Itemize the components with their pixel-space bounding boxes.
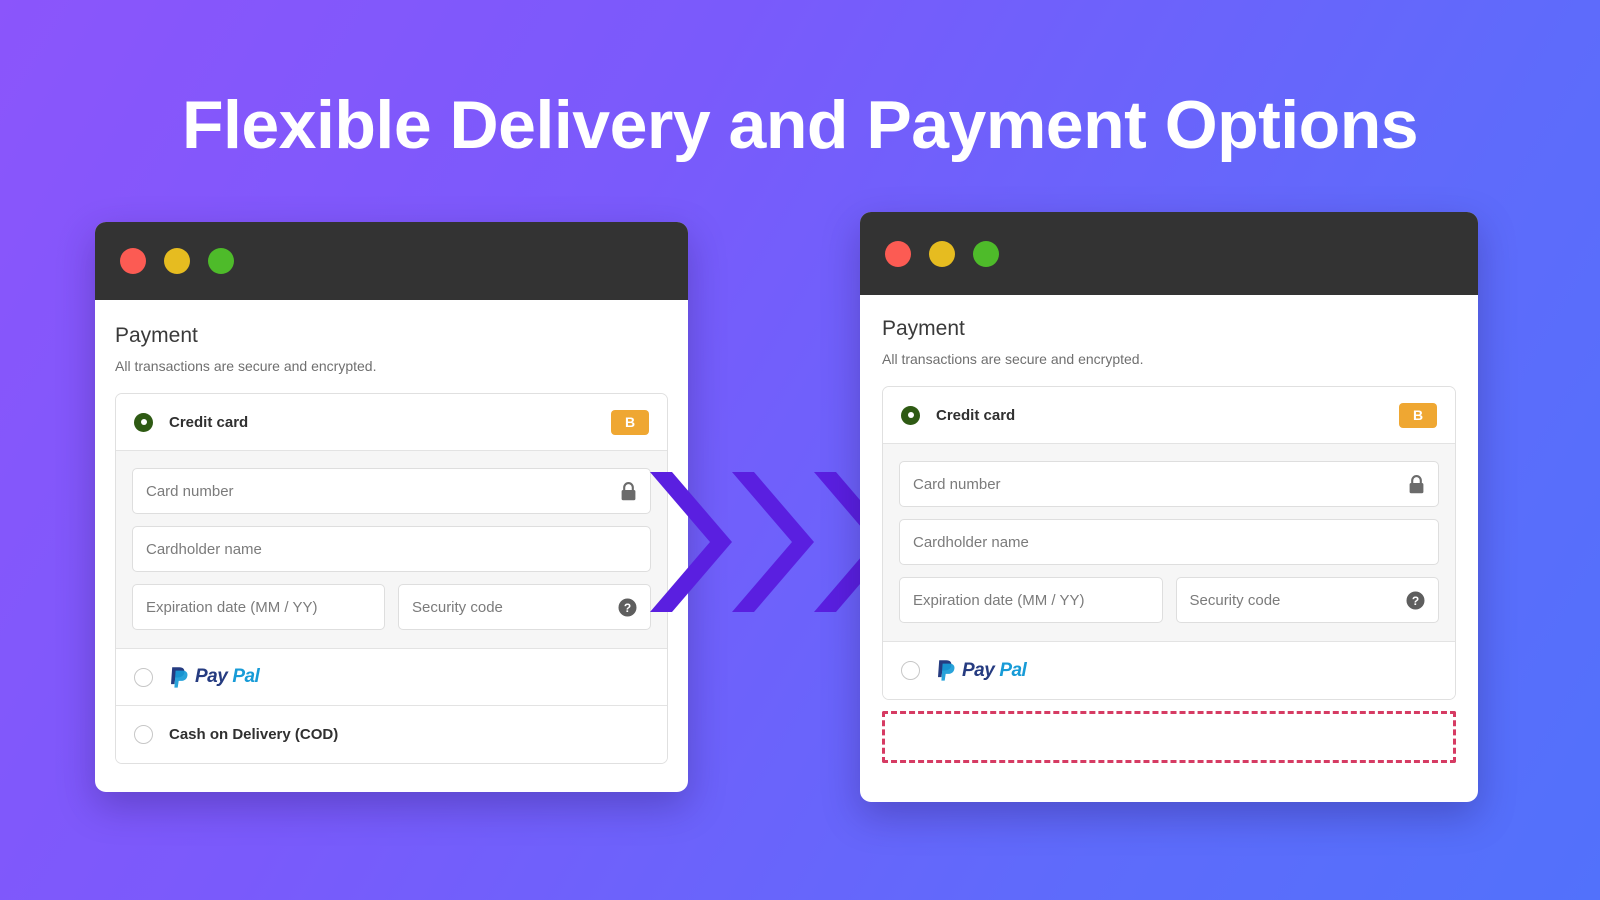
card-number-placeholder: Card number bbox=[146, 482, 234, 500]
payment-option-paypal[interactable]: Pay Pal bbox=[883, 642, 1455, 699]
payment-option-credit-card[interactable]: Credit card B bbox=[883, 387, 1455, 444]
card-number-field[interactable]: Card number bbox=[899, 461, 1439, 507]
paypal-logo-part-1: Pay bbox=[195, 666, 228, 687]
after-browser-window: Payment All transactions are secure and … bbox=[860, 212, 1478, 802]
payment-options-list: Credit card B Card number Cardholder nam… bbox=[882, 386, 1456, 700]
payment-heading: Payment bbox=[882, 317, 965, 340]
cardholder-name-placeholder: Cardholder name bbox=[913, 533, 1029, 551]
cardholder-name-field[interactable]: Cardholder name bbox=[899, 519, 1439, 565]
paypal-logo-part-1: Pay bbox=[962, 659, 995, 681]
payment-option-label: Credit card bbox=[169, 413, 249, 431]
card-number-placeholder: Card number bbox=[913, 475, 1001, 493]
payment-heading: Payment bbox=[115, 324, 198, 347]
gateway-badge: B bbox=[1399, 402, 1437, 428]
radio-credit-card[interactable] bbox=[134, 412, 153, 432]
window-titlebar bbox=[860, 212, 1478, 295]
credit-card-form: Card number Cardholder name Expiration d bbox=[116, 451, 667, 649]
payment-option-label: Cash on Delivery (COD) bbox=[169, 726, 339, 743]
paypal-mark-icon bbox=[171, 666, 188, 688]
cardholder-name-placeholder: Cardholder name bbox=[146, 540, 262, 558]
payment-option-paypal[interactable]: Pay Pal bbox=[116, 649, 667, 706]
paypal-logo: Pay Pal bbox=[169, 666, 260, 689]
close-dot[interactable] bbox=[885, 240, 911, 267]
security-code-placeholder: Security code bbox=[1189, 591, 1281, 609]
security-code-field[interactable]: Security code ? bbox=[398, 584, 651, 630]
cardholder-name-field[interactable]: Cardholder name bbox=[132, 526, 651, 572]
paypal-logo: Pay Pal bbox=[936, 659, 1027, 682]
window-content: Payment All transactions are secure and … bbox=[860, 295, 1478, 763]
window-content: Payment All transactions are secure and … bbox=[95, 300, 688, 764]
paypal-mark-icon bbox=[938, 660, 955, 681]
paypal-logo-part-2: Pal bbox=[999, 659, 1027, 681]
card-number-field[interactable]: Card number bbox=[132, 468, 651, 514]
payment-option-label: Credit card bbox=[936, 406, 1016, 424]
radio-credit-card[interactable] bbox=[901, 405, 920, 425]
payment-option-cash-on-delivery[interactable]: Cash on Delivery (COD) bbox=[116, 706, 667, 763]
radio-paypal[interactable] bbox=[901, 661, 920, 680]
maximize-dot[interactable] bbox=[208, 248, 234, 274]
expiration-date-field[interactable]: Expiration date (MM / YY) bbox=[899, 577, 1163, 623]
before-browser-window: Payment All transactions are secure and … bbox=[95, 222, 688, 792]
svg-text:?: ? bbox=[1412, 594, 1419, 608]
paypal-logo-part-2: Pal bbox=[232, 666, 260, 687]
security-code-field[interactable]: Security code ? bbox=[1175, 577, 1439, 623]
page-title: Flexible Delivery and Payment Options bbox=[181, 87, 1419, 163]
svg-text:?: ? bbox=[624, 601, 631, 615]
gateway-badge: B bbox=[611, 409, 649, 435]
radio-cash-on-delivery[interactable] bbox=[134, 725, 153, 744]
expiration-date-placeholder: Expiration date (MM / YY) bbox=[146, 598, 318, 616]
expiration-date-field[interactable]: Expiration date (MM / YY) bbox=[132, 584, 385, 630]
radio-paypal[interactable] bbox=[134, 667, 153, 687]
lock-icon bbox=[620, 481, 637, 501]
credit-card-form: Card number Cardholder name Expiration d bbox=[883, 444, 1455, 642]
lock-icon bbox=[1408, 474, 1425, 494]
maximize-dot[interactable] bbox=[973, 240, 999, 267]
help-icon[interactable]: ? bbox=[618, 598, 637, 617]
payment-option-credit-card[interactable]: Credit card B bbox=[116, 394, 667, 451]
minimize-dot[interactable] bbox=[164, 248, 190, 274]
card-extra-fields-row: Expiration date (MM / YY) Security code … bbox=[899, 577, 1439, 623]
window-titlebar bbox=[95, 222, 688, 300]
removed-option-highlight bbox=[882, 711, 1456, 763]
payment-options-list: Credit card B Card number Cardholder nam… bbox=[115, 393, 668, 764]
card-extra-fields-row: Expiration date (MM / YY) Security code … bbox=[132, 584, 651, 630]
minimize-dot[interactable] bbox=[929, 240, 955, 267]
payment-subheading: All transactions are secure and encrypte… bbox=[882, 351, 1144, 367]
help-icon[interactable]: ? bbox=[1406, 591, 1425, 610]
expiration-date-placeholder: Expiration date (MM / YY) bbox=[913, 591, 1085, 609]
security-code-placeholder: Security code bbox=[412, 598, 503, 616]
payment-subheading: All transactions are secure and encrypte… bbox=[115, 358, 377, 374]
close-dot[interactable] bbox=[120, 248, 146, 274]
